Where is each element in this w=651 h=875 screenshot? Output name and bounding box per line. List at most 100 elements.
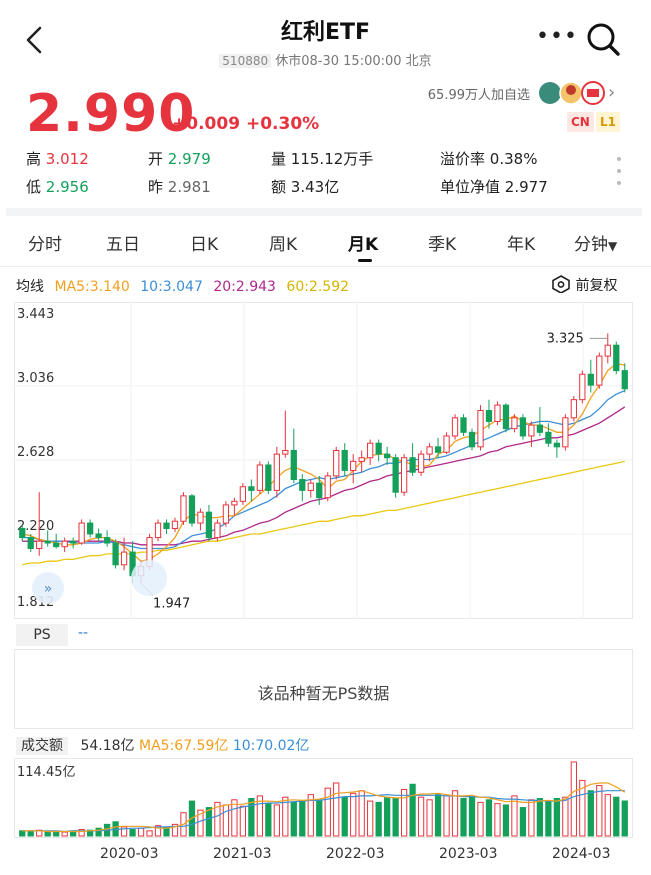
low-annotation: 1.947 bbox=[153, 596, 190, 611]
volume-bar bbox=[613, 796, 620, 837]
candle-body bbox=[511, 417, 518, 430]
candle bbox=[307, 479, 314, 498]
candle bbox=[384, 446, 391, 465]
candle-body bbox=[95, 533, 102, 539]
candle-body bbox=[19, 528, 26, 539]
ps-empty-message: 该品种暂无PS数据 bbox=[257, 684, 390, 703]
candle-body bbox=[180, 495, 187, 522]
candle-body bbox=[392, 457, 399, 493]
volume-bar bbox=[409, 783, 416, 837]
volume-bar bbox=[129, 829, 136, 837]
tab-quarterly-k[interactable]: 季K bbox=[428, 230, 456, 255]
double-chevron-icon: » bbox=[44, 581, 53, 597]
x-tick-label: 2023-03 bbox=[439, 846, 498, 862]
candle bbox=[375, 439, 382, 462]
volume-bar bbox=[231, 799, 238, 837]
candle bbox=[596, 352, 603, 389]
candle bbox=[171, 517, 179, 533]
candle-body bbox=[27, 537, 34, 549]
stat-high: 高 3.012 bbox=[26, 150, 89, 168]
tab-minute[interactable]: 分钟▼ bbox=[574, 230, 617, 255]
candle-body bbox=[502, 404, 510, 430]
candle-body bbox=[163, 522, 170, 530]
candle bbox=[519, 414, 527, 440]
change-percent: +0.30% bbox=[245, 114, 320, 134]
tab-daily-k[interactable]: 日K bbox=[190, 230, 218, 255]
volume-chart: 114.45亿 bbox=[17, 761, 628, 837]
vertical-dots-icon bbox=[617, 157, 621, 185]
tab-5day[interactable]: 五日 bbox=[106, 230, 140, 255]
volume-bar bbox=[562, 796, 569, 837]
last-price: 2.990 bbox=[26, 84, 196, 144]
ma10-line bbox=[22, 390, 626, 550]
candle-body bbox=[451, 417, 459, 437]
candle-body bbox=[587, 373, 594, 386]
volume-bar bbox=[324, 787, 331, 837]
volume-bar bbox=[341, 796, 348, 837]
candle bbox=[197, 508, 204, 531]
volume-bar bbox=[587, 790, 594, 837]
candle bbox=[358, 450, 365, 473]
watcher-avatars[interactable] bbox=[538, 80, 608, 106]
x-tick-label: 2021-03 bbox=[213, 846, 272, 862]
volume-bar bbox=[434, 794, 442, 837]
volume-bar bbox=[426, 799, 433, 837]
volume-bar bbox=[273, 804, 280, 837]
volume-indicator-label[interactable]: 成交额 bbox=[16, 737, 68, 755]
candle-body bbox=[239, 486, 247, 502]
volume-bar bbox=[333, 782, 340, 837]
expand-stats-button[interactable] bbox=[612, 154, 626, 188]
candle-body bbox=[273, 453, 280, 491]
candle bbox=[502, 403, 510, 433]
candle-body bbox=[613, 344, 620, 372]
more-button[interactable]: ••• bbox=[536, 24, 577, 54]
volume-bar bbox=[392, 797, 399, 837]
market-status: 休市08-30 15:00:00 北京 bbox=[275, 54, 432, 69]
candle bbox=[417, 450, 425, 476]
volume-bar bbox=[528, 799, 535, 837]
volume-bar bbox=[443, 795, 450, 837]
stat-prev-close: 昨 2.981 bbox=[148, 178, 211, 196]
tab-weekly-k[interactable]: 周K bbox=[269, 230, 297, 255]
y-tick-label: 3.036 bbox=[17, 371, 54, 386]
candle bbox=[290, 428, 297, 484]
ps-indicator-label[interactable]: PS bbox=[16, 624, 68, 646]
volume-bar bbox=[358, 790, 365, 837]
volume-bar bbox=[519, 807, 527, 837]
candle-body bbox=[282, 449, 289, 455]
candle bbox=[443, 432, 450, 455]
tab-intraday[interactable]: 分时 bbox=[28, 230, 62, 255]
search-icon bbox=[587, 23, 620, 56]
y-tick-label: 2.628 bbox=[17, 445, 54, 460]
watchlist-count[interactable]: 65.99万人加自选 bbox=[360, 84, 530, 103]
candle-body bbox=[44, 540, 51, 544]
candle bbox=[163, 519, 170, 534]
tab-yearly-k[interactable]: 年K bbox=[507, 230, 535, 255]
adjustment-toggle[interactable]: 前复权 bbox=[551, 275, 617, 295]
volume-bar bbox=[290, 801, 297, 837]
search-button[interactable] bbox=[584, 20, 624, 60]
candle-body bbox=[553, 442, 560, 448]
candle bbox=[78, 519, 85, 545]
volume-bar bbox=[460, 797, 467, 837]
candle bbox=[570, 396, 577, 422]
chevron-right-icon[interactable]: › bbox=[608, 82, 628, 104]
candle bbox=[451, 414, 459, 440]
candle-body bbox=[604, 344, 611, 357]
candle-body bbox=[570, 399, 577, 419]
scroll-left-button[interactable]: » bbox=[32, 572, 64, 604]
x-tick-label: 2024-03 bbox=[552, 846, 611, 862]
candle-body bbox=[384, 453, 391, 459]
candle bbox=[494, 401, 501, 426]
y-tick-label: 3.443 bbox=[17, 307, 54, 322]
candle bbox=[61, 537, 68, 553]
tab-monthly-k[interactable]: 月K bbox=[348, 230, 378, 255]
volume-bar bbox=[53, 830, 60, 837]
settings-hex-icon bbox=[552, 275, 570, 294]
candle-body bbox=[494, 404, 501, 422]
candle-body bbox=[61, 540, 68, 548]
candle-body bbox=[621, 370, 628, 390]
crosshair-button[interactable] bbox=[131, 560, 167, 596]
candle-body bbox=[417, 453, 425, 473]
candle-body bbox=[299, 479, 306, 491]
